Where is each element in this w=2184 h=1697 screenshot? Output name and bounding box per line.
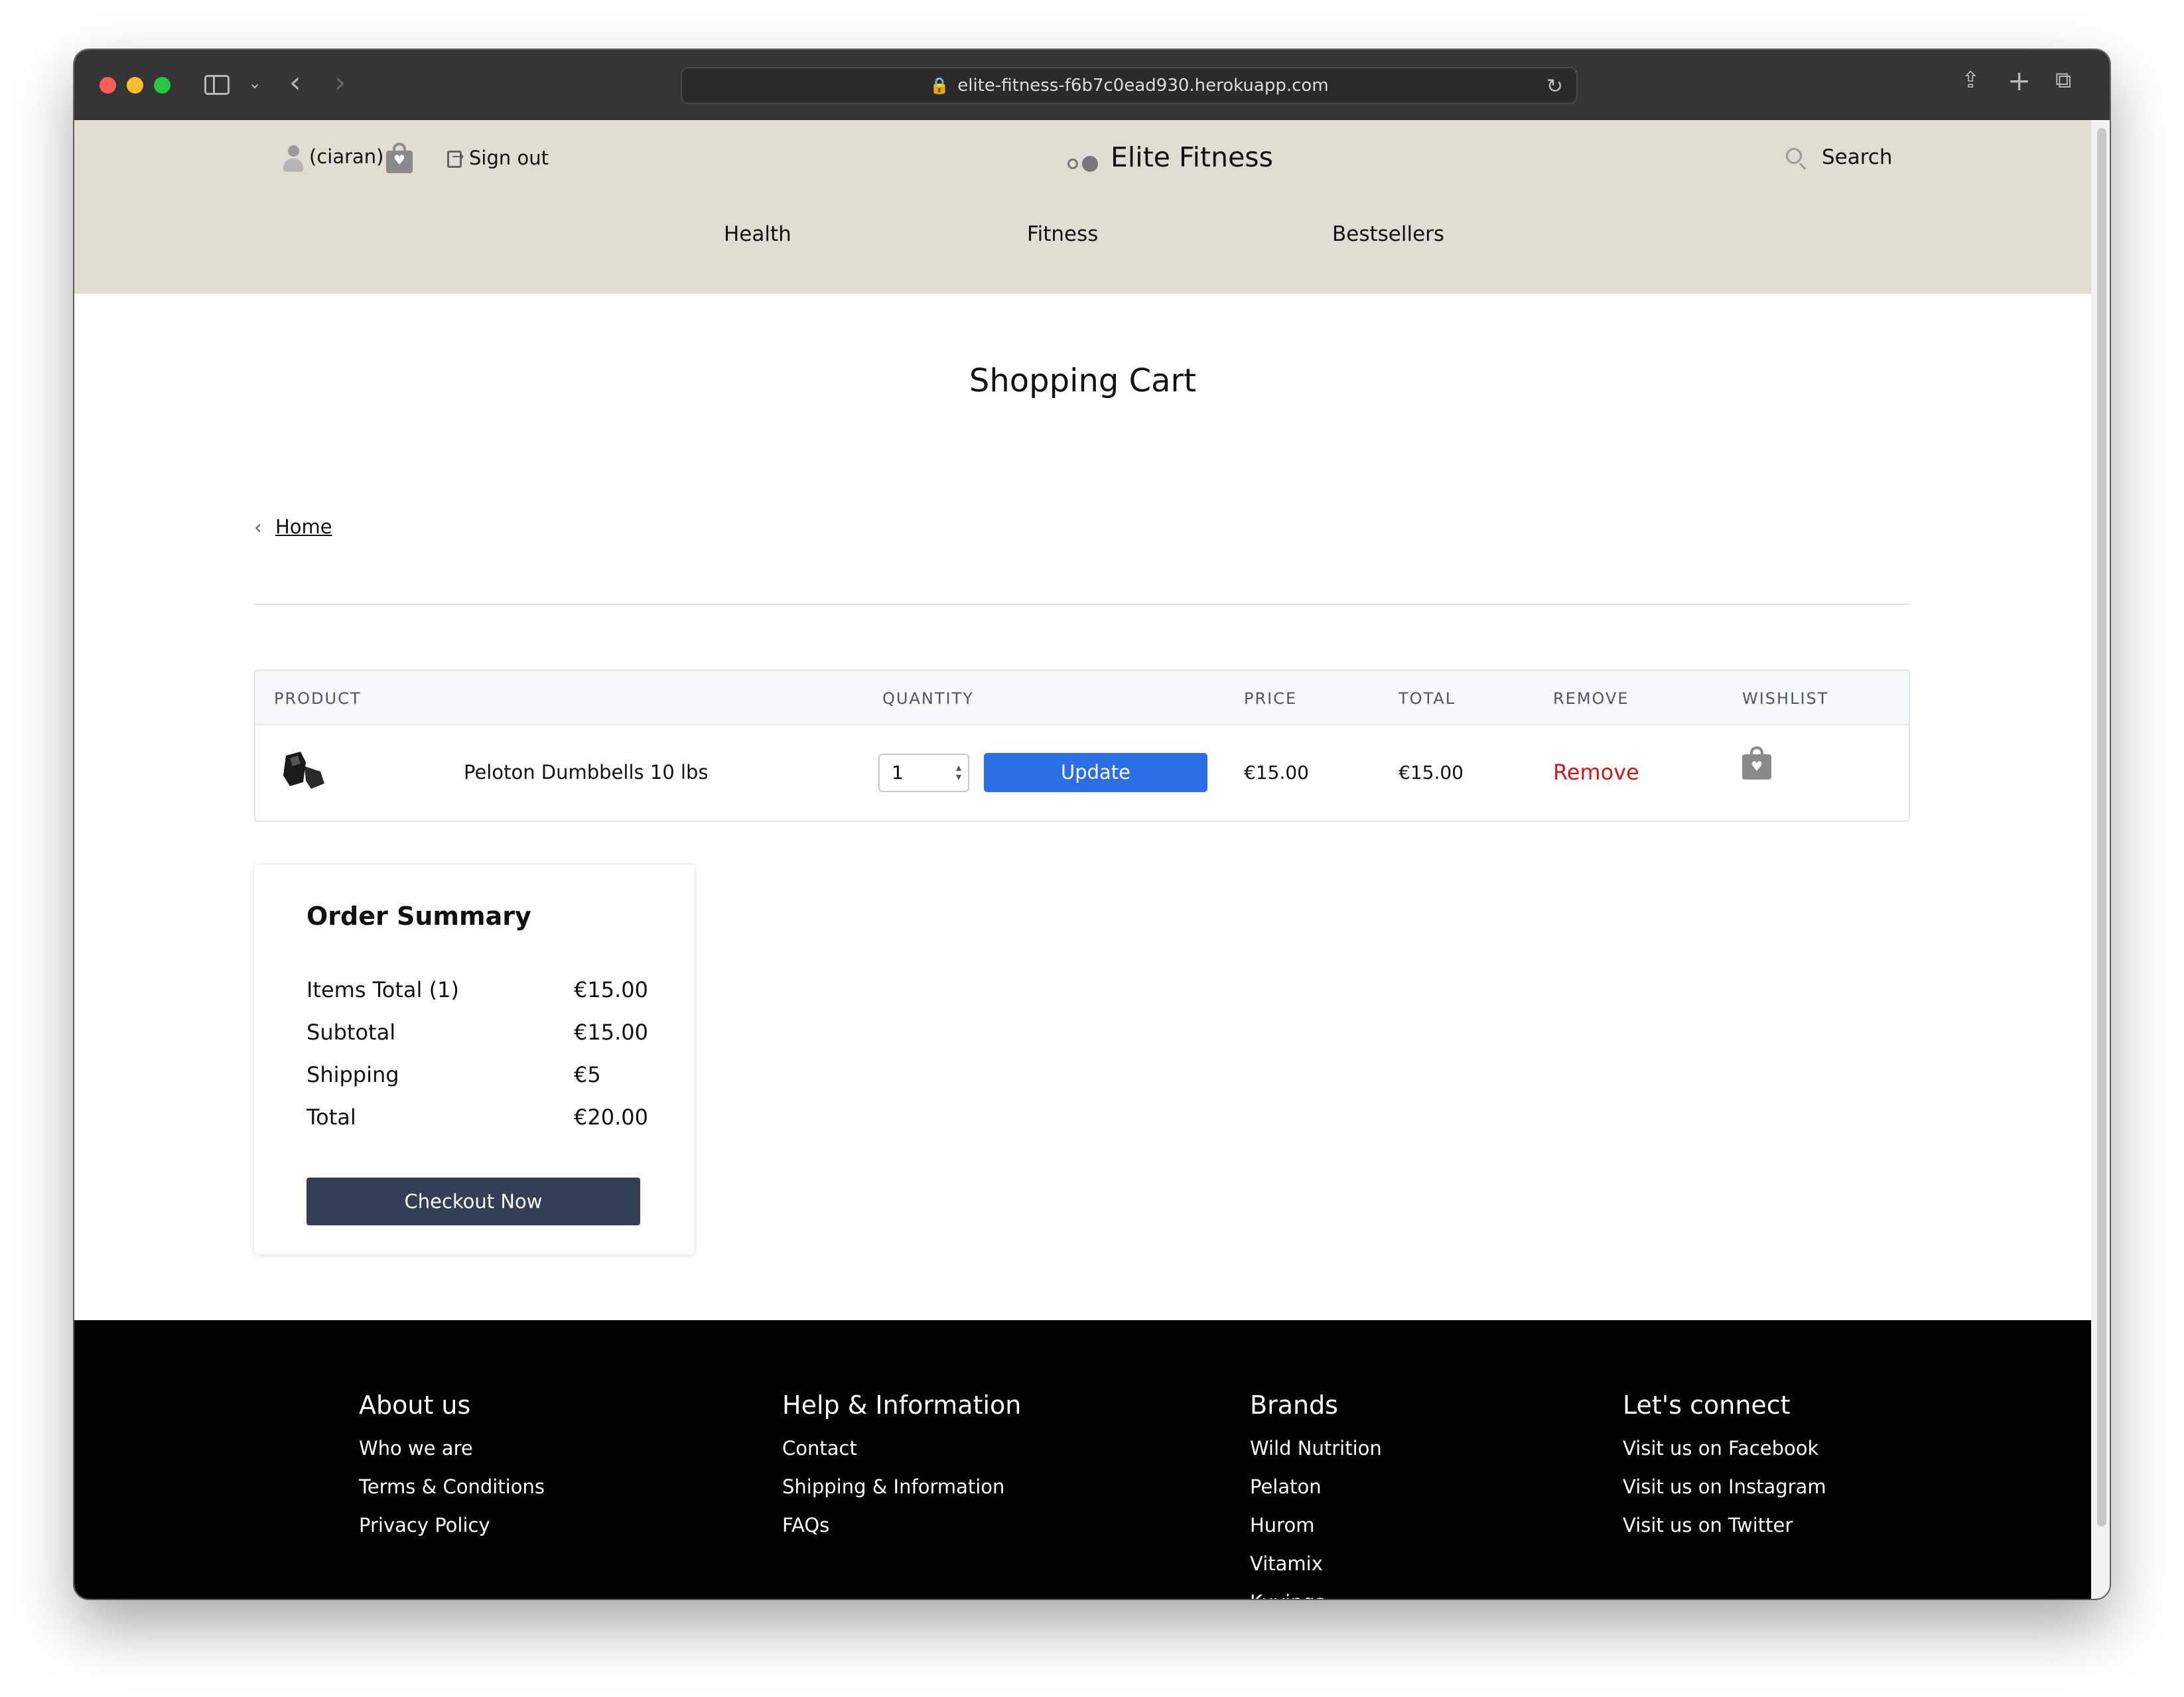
column-header-product: PRODUCT (274, 689, 362, 708)
order-summary-card: Order Summary Items Total (1) €15.00 Sub… (254, 864, 695, 1255)
nav-bestsellers[interactable]: Bestsellers (1332, 222, 1444, 246)
site-header: (ciaran) ♥ Sign out Elite Fitness Search… (74, 120, 2091, 294)
product-name[interactable]: Peloton Dumbbells 10 lbs (464, 761, 709, 783)
footer-link[interactable]: Hurom (1250, 1506, 1382, 1544)
item-price: €15.00 (1244, 762, 1309, 783)
close-window-button[interactable] (100, 77, 116, 94)
footer-heading: Let's connect (1623, 1391, 1791, 1420)
browser-titlebar: ⌄ ‹ › 🔒 elite-fitness-f6b7c0ead930.herok… (74, 50, 2110, 120)
quantity-value: 1 (892, 762, 904, 783)
footer-heading: Brands (1250, 1391, 1338, 1420)
summary-label: Subtotal (307, 1020, 396, 1045)
footer-column-brands: Brands Wild Nutrition Pelaton Hurom Vita… (1250, 1391, 1382, 1599)
summary-label: Items Total (1) (307, 977, 459, 1002)
summary-label: Shipping (307, 1062, 399, 1087)
new-tab-icon[interactable]: + (2008, 64, 2031, 97)
sidebar-toggle-icon[interactable] (204, 75, 230, 95)
cart-table-header: PRODUCT QUANTITY PRICE TOTAL REMOVE WISH… (255, 671, 1909, 725)
quantity-input[interactable]: 1 ▴ ▾ (878, 754, 969, 792)
footer-link[interactable]: Vitamix (1250, 1544, 1382, 1583)
footer-column-about: About us Who we are Terms & Conditions P… (359, 1391, 545, 1544)
footer-heading: About us (359, 1391, 471, 1420)
column-header-remove: REMOVE (1553, 689, 1629, 708)
footer-link[interactable]: Pelaton (1250, 1467, 1382, 1506)
footer-heading: Help & Information (782, 1391, 1022, 1420)
summary-row-shipping: Shipping €5 (307, 1062, 640, 1087)
summary-value: €15.00 (574, 1020, 648, 1045)
forward-arrow-icon[interactable]: › (334, 66, 346, 100)
summary-row-total: Total €20.00 (307, 1105, 648, 1130)
footer-link[interactable]: Visit us on Facebook (1623, 1429, 1826, 1467)
summary-value: €20.00 (574, 1105, 648, 1130)
share-icon[interactable]: ⇪ (1961, 67, 1980, 94)
page-title: Shopping Cart (969, 362, 1197, 399)
search-link[interactable]: Search (1822, 145, 1893, 169)
footer-link[interactable]: Visit us on Twitter (1623, 1506, 1826, 1544)
reload-icon[interactable]: ↻ (1546, 75, 1563, 98)
summary-value: €5 (574, 1062, 601, 1087)
tab-overview-icon[interactable]: ⧉ (2055, 67, 2071, 94)
minimize-window-button[interactable] (127, 77, 143, 94)
address-bar[interactable]: 🔒 elite-fitness-f6b7c0ead930.herokuapp.c… (681, 67, 1578, 104)
footer-link[interactable]: Shipping & Information (782, 1467, 1021, 1506)
order-summary-title: Order Summary (307, 902, 531, 931)
cart-table: PRODUCT QUANTITY PRICE TOTAL REMOVE WISH… (254, 669, 1910, 822)
breadcrumb-home-link[interactable]: Home (275, 515, 332, 538)
footer-link[interactable]: Kuvings (1250, 1583, 1382, 1599)
zoom-window-button[interactable] (154, 77, 171, 94)
summary-label: Total (307, 1105, 356, 1130)
update-button[interactable]: Update (984, 753, 1207, 792)
footer-link[interactable]: Who we are (359, 1429, 545, 1467)
address-bar-url: elite-fitness-f6b7c0ead930.herokuapp.com (957, 76, 1329, 96)
remove-link[interactable]: Remove (1553, 760, 1639, 785)
content-divider (254, 604, 1910, 605)
nav-health[interactable]: Health (724, 222, 791, 246)
chevron-left-icon: ‹ (254, 516, 262, 539)
web-page: (ciaran) ♥ Sign out Elite Fitness Search… (74, 120, 2091, 1599)
footer-column-connect: Let's connect Visit us on Facebook Visit… (1623, 1391, 1826, 1544)
footer-link[interactable]: FAQs (782, 1506, 1021, 1544)
sign-out-icon[interactable] (447, 149, 464, 168)
footer-column-help: Help & Information Contact Shipping & In… (782, 1391, 1021, 1544)
item-total: €15.00 (1399, 762, 1464, 783)
checkout-now-button[interactable]: Checkout Now (307, 1178, 640, 1225)
footer-link[interactable]: Terms & Conditions (359, 1467, 545, 1506)
browser-window: ⌄ ‹ › 🔒 elite-fitness-f6b7c0ead930.herok… (74, 50, 2110, 1599)
sign-out-link[interactable]: Sign out (469, 147, 549, 169)
shopping-bag-icon[interactable]: ♥ (386, 143, 413, 173)
product-thumbnail[interactable] (281, 749, 328, 791)
site-footer: About us Who we are Terms & Conditions P… (74, 1320, 2091, 1599)
column-header-wishlist: WISHLIST (1742, 689, 1829, 708)
summary-row-subtotal: Subtotal €15.00 (307, 1020, 648, 1045)
username-label[interactable]: (ciaran) (309, 145, 383, 168)
footer-link[interactable]: Wild Nutrition (1250, 1429, 1382, 1467)
footer-link[interactable]: Privacy Policy (359, 1506, 545, 1544)
quantity-stepper-icon[interactable]: ▴ ▾ (956, 762, 961, 782)
search-icon[interactable] (1786, 148, 1807, 170)
summary-row-items-total: Items Total (1) €15.00 (307, 977, 648, 1002)
column-header-quantity: QUANTITY (882, 689, 974, 708)
column-header-total: TOTAL (1399, 689, 1456, 708)
wishlist-icon[interactable]: ♥ (1742, 746, 1771, 780)
user-icon (283, 145, 303, 173)
footer-link[interactable]: Contact (782, 1429, 1021, 1467)
nav-fitness[interactable]: Fitness (1027, 222, 1098, 246)
brand-logo-text[interactable]: Elite Fitness (1111, 141, 1273, 173)
chevron-down-icon[interactable]: ⌄ (248, 74, 261, 92)
back-arrow-icon[interactable]: ‹ (289, 66, 301, 100)
footer-link[interactable]: Visit us on Instagram (1623, 1467, 1826, 1506)
summary-value: €15.00 (574, 977, 648, 1002)
column-header-price: PRICE (1244, 689, 1298, 708)
scrollbar-thumb[interactable] (2097, 128, 2106, 1527)
lock-icon: 🔒 (929, 76, 950, 95)
